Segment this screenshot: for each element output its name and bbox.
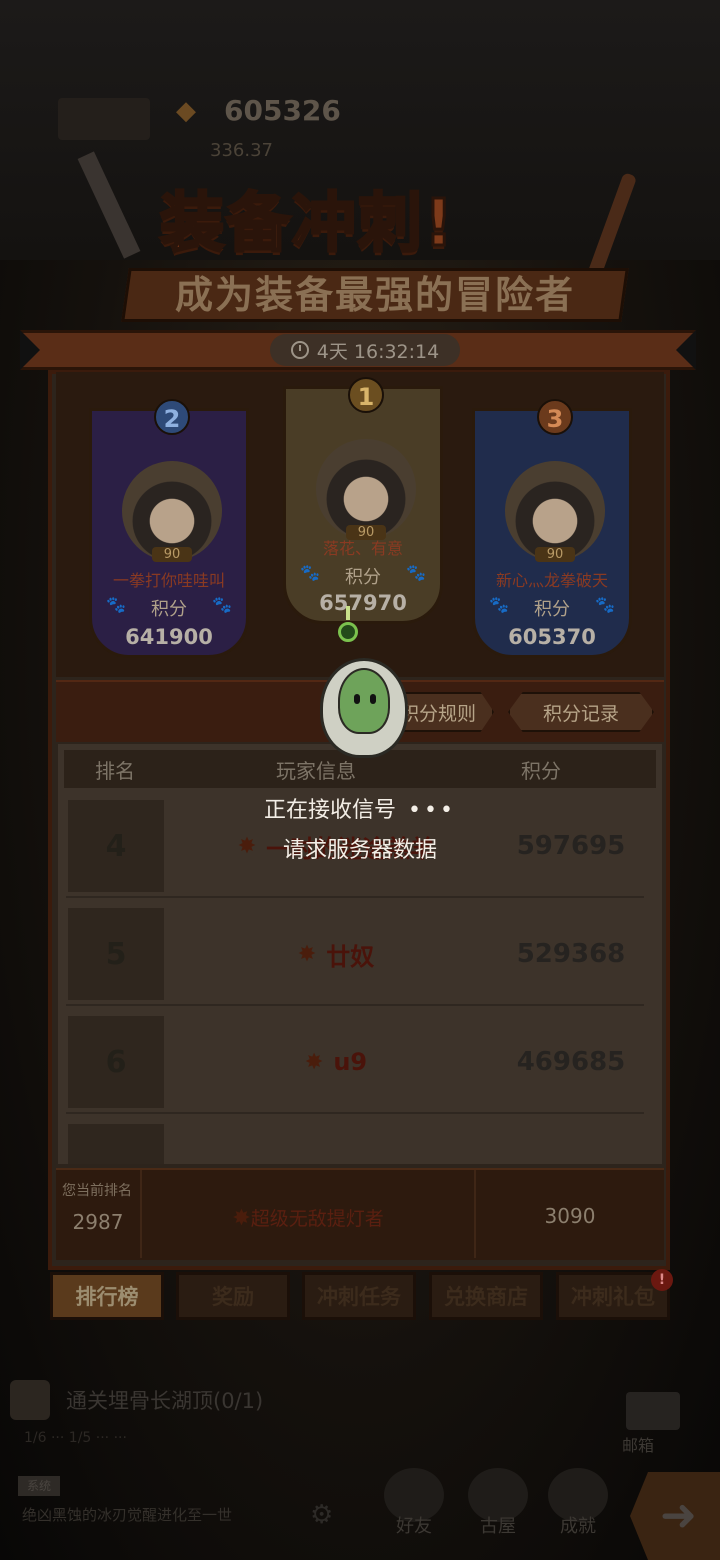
- loading-text: 正在接收信号: [264, 798, 397, 823]
- rank-badge: 3: [537, 399, 573, 435]
- star-badge-icon: ✸: [304, 1049, 324, 1075]
- clock-icon: [290, 341, 309, 359]
- row-rank: 5: [68, 908, 164, 1000]
- paw-icon: 🐾: [212, 595, 232, 614]
- table-row[interactable]: [66, 1122, 644, 1164]
- tab-rewards[interactable]: 奖励: [176, 1272, 290, 1320]
- gem-icon: ◆: [176, 96, 196, 126]
- tab-bar: 排行榜 奖励 冲刺任务 兑换商店 冲刺礼包 !: [48, 1269, 673, 1322]
- player-name: 新心灬龙拳破天: [495, 571, 608, 590]
- rank-badge: 2: [154, 399, 190, 435]
- player-level: 90: [152, 547, 192, 562]
- dino-eye: [370, 694, 376, 704]
- player-level: 90: [535, 547, 575, 562]
- player-name: 落花、有意: [322, 539, 403, 558]
- player-name: 一拳打你哇哇叫: [112, 571, 225, 590]
- event-banner: 装备冲刺! 成为装备最强的冒险者: [40, 160, 690, 330]
- signal-spark: [346, 606, 350, 620]
- mail-icon[interactable]: [626, 1392, 680, 1430]
- chat-message[interactable]: 绝凶黑蚀的冰刃觉醒进化至一世: [22, 1504, 232, 1525]
- event-title: 装备冲刺!: [158, 186, 456, 263]
- row-score: 469685: [516, 1047, 626, 1077]
- mail-label: 邮箱: [622, 1436, 655, 1455]
- dino-eye: [354, 694, 360, 704]
- row-score: 529368: [516, 939, 626, 969]
- nav-achievements[interactable]: 成就: [540, 1468, 616, 1544]
- paw-icon: 🐾: [595, 595, 615, 614]
- arrow-right-icon: ➜: [660, 1490, 697, 1541]
- table-row[interactable]: 5 ✸ 廿奴 529368: [66, 906, 644, 1006]
- star-badge-icon: ✸: [297, 941, 317, 967]
- player-score: 657970: [319, 591, 407, 615]
- tab-sprint-pack-label: 冲刺礼包: [571, 1285, 655, 1309]
- egg-mascot: [316, 640, 412, 760]
- my-rank-label: 您当前排名: [62, 1183, 132, 1199]
- rank-badge: 1: [348, 377, 384, 413]
- avatar[interactable]: [58, 98, 150, 140]
- my-player-name: ✸超级无敌提灯者: [142, 1204, 474, 1231]
- header-score: 积分: [521, 758, 561, 783]
- event-subtitle: 成为装备最强的冒险者: [174, 273, 575, 317]
- player-portrait: [122, 461, 222, 561]
- my-score: 3090: [544, 1204, 596, 1228]
- row-player: ✸ 廿奴: [196, 906, 476, 1002]
- nav-old-house[interactable]: 古屋: [460, 1468, 536, 1544]
- event-subtitle-plate: 成为装备最强的冒险者: [121, 268, 629, 322]
- chat-channel-tag: 系统: [18, 1476, 60, 1496]
- countdown-timer: 4天 16:32:14: [270, 334, 460, 366]
- tab-leaderboard[interactable]: 排行榜: [50, 1272, 164, 1320]
- star-badge-icon: ✸: [232, 1206, 251, 1231]
- loading-dots: •••: [408, 798, 456, 823]
- quest-progress: 1/6 ··· 1/5 ··· ···: [24, 1430, 127, 1446]
- loading-status: 正在接收信号 •••: [0, 792, 720, 824]
- ribbon-notch-left: [20, 330, 40, 370]
- tab-exchange-shop[interactable]: 兑换商店: [429, 1272, 543, 1320]
- top-score: 605326: [224, 94, 341, 127]
- gear-icon[interactable]: ⚙: [310, 1500, 333, 1530]
- antenna-icon: [338, 622, 358, 642]
- table-row[interactable]: 6 ✸ u9 469685: [66, 1014, 644, 1114]
- my-name-text: 超级无敌提灯者: [250, 1208, 384, 1230]
- row-player: ✸ u9: [196, 1014, 476, 1110]
- player-portrait: [316, 439, 416, 539]
- tab-sprint-pack[interactable]: 冲刺礼包 !: [556, 1269, 673, 1320]
- nav-label: 古屋: [480, 1516, 516, 1537]
- player-score: 641900: [125, 625, 213, 649]
- score-record-button[interactable]: 积分记录: [508, 692, 654, 732]
- timer-text: 4天 16:32:14: [316, 340, 440, 363]
- paw-icon: 🐾: [406, 563, 426, 582]
- loading-substatus: 请求服务器数据: [282, 838, 437, 863]
- header-rank: 排名: [95, 758, 135, 783]
- tab-sprint-tasks[interactable]: 冲刺任务: [302, 1272, 416, 1320]
- nav-friends[interactable]: 好友: [376, 1468, 452, 1544]
- podium-card-rank-2[interactable]: 2 90 一拳打你哇哇叫 🐾 积分 🐾 641900: [89, 399, 249, 658]
- nav-label: 好友: [396, 1516, 432, 1537]
- ribbon-notch-right: [676, 330, 696, 370]
- quest-icon: [10, 1380, 50, 1420]
- quest-tracker[interactable]: 通关埋骨长湖顶(0/1): [0, 1376, 600, 1424]
- row-player-name: u9: [333, 1048, 368, 1076]
- dino-mascot: [338, 668, 390, 734]
- notification-badge: !: [651, 1269, 673, 1291]
- player-portrait: [505, 461, 605, 561]
- podium-card-rank-3[interactable]: 3 90 新心灬龙拳破天 🐾 积分 🐾 605370: [472, 399, 632, 658]
- my-rank-number: 2987: [72, 1210, 124, 1234]
- row-rank: [68, 1124, 164, 1164]
- podium-card-rank-1[interactable]: 1 90 落花、有意 🐾 积分 🐾 657970: [283, 377, 443, 624]
- top-sub-score: 336.37: [210, 140, 273, 161]
- row-player-name: 廿奴: [326, 942, 375, 971]
- quest-text: 通关埋骨长湖顶(0/1): [66, 1389, 264, 1413]
- player-score: 605370: [508, 625, 596, 649]
- row-rank: 6: [68, 1016, 164, 1108]
- nav-label: 成就: [560, 1516, 596, 1537]
